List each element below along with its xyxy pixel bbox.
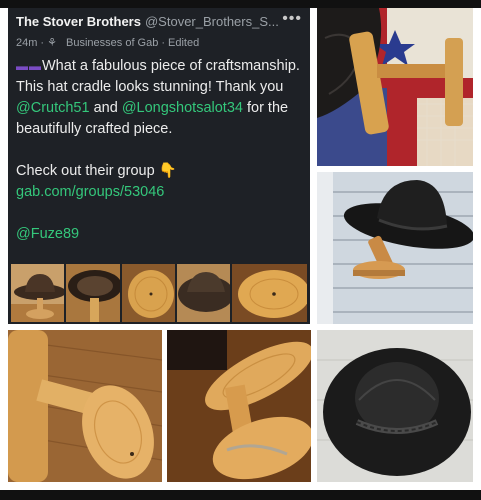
post-header: The Stover Brothers @Stover_Brothers_S...	[16, 14, 306, 29]
thumbnail-round-base[interactable]	[232, 264, 307, 322]
mention-fuze89[interactable]: @Fuze89	[16, 226, 79, 242]
photo-cradle-side-view[interactable]	[8, 330, 162, 482]
pointing-down-icon: 👇	[158, 163, 177, 179]
post-meta: 24m · ⚘ Businesses of Gab · Edited	[16, 37, 200, 49]
thumbnail-wood-base[interactable]	[121, 264, 175, 322]
thumbnail-hat-on-cradle[interactable]	[11, 264, 65, 322]
edited-label: Edited	[168, 37, 200, 49]
author-handle[interactable]: @Stover_Brothers_S...	[145, 14, 279, 29]
separator-dot: ·	[40, 37, 45, 49]
post-paragraph-1: ▬▬What a fabulous piece of craftsmanship…	[16, 58, 300, 137]
group-name[interactable]: Businesses of Gab	[66, 37, 158, 49]
post-body: ▬▬What a fabulous piece of craftsmanship…	[16, 56, 306, 245]
top-black-bar	[0, 0, 481, 8]
gab-post[interactable]: The Stover Brothers @Stover_Brothers_S...…	[8, 8, 310, 324]
thumbnail-hat-wood-grain[interactable]	[66, 264, 120, 322]
post-time[interactable]: 24m	[16, 37, 37, 49]
more-options-icon[interactable]: •••	[282, 10, 302, 28]
group-link[interactable]: gab.com/groups/53046	[16, 184, 164, 200]
author-name[interactable]: The Stover Brothers	[16, 14, 141, 29]
photo-hat-top-view[interactable]	[317, 330, 473, 482]
thumbnail-hat-crown[interactable]	[176, 264, 231, 322]
mention-longshotsalot34[interactable]: @Longshotsalot34	[122, 100, 243, 116]
tophat-emoji-icon: ▬▬	[16, 59, 42, 73]
post-paragraph-2: Check out their group 👇	[16, 163, 177, 179]
photo-cradle-front-view[interactable]	[167, 330, 311, 482]
mention-crutch51[interactable]: @Crutch51	[16, 100, 90, 116]
photo-hat-on-cradle-wall[interactable]	[317, 172, 473, 324]
group-icon: ⚘	[47, 37, 57, 49]
collage: The Stover Brothers @Stover_Brothers_S...…	[0, 0, 481, 500]
bottom-black-bar	[0, 490, 481, 500]
attachment-thumbnails	[11, 264, 307, 322]
photo-cradle-on-quilt[interactable]	[317, 8, 473, 166]
